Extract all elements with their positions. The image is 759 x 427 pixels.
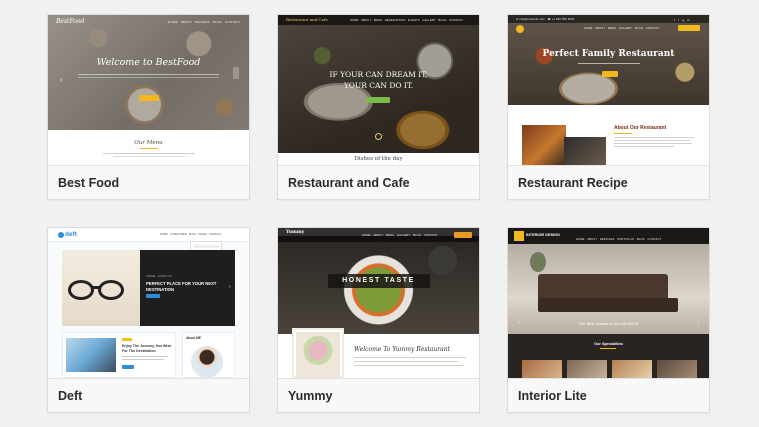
theme-card-footer: Best Food bbox=[48, 165, 249, 199]
preview-tagline: The Best Choice is Our DIVISION bbox=[578, 321, 639, 326]
preview-section-title: About Our Restaurant bbox=[614, 125, 667, 131]
preview-hero-title-line2: DESTINATION bbox=[146, 287, 175, 292]
preview-logo: Restaurant and Cafe bbox=[286, 17, 328, 22]
theme-card-interior-lite[interactable]: INTERIOR DESIGN HOME ABOUT SERVICES PORT… bbox=[507, 227, 710, 413]
preview-widget-title: About ME bbox=[186, 336, 201, 340]
theme-card-footer: Deft bbox=[48, 378, 249, 412]
theme-name: Restaurant and Cafe bbox=[288, 176, 410, 190]
preview-welcome: Welcome To Yummy Restaurant bbox=[354, 346, 451, 353]
preview-logo: INTERIOR DESIGN bbox=[526, 233, 560, 237]
theme-card-footer: Restaurant and Cafe bbox=[278, 165, 479, 199]
theme-card-restaurant-and-cafe[interactable]: Restaurant and Cafe HOME ABOUT MENU RESE… bbox=[277, 14, 480, 200]
preview-logo: BestFood bbox=[56, 18, 85, 25]
theme-card-yummy[interactable]: Yummy HOME ABOUT MENU GALLERY BLOG CONTA… bbox=[277, 227, 480, 413]
preview-logo: Yummy bbox=[286, 230, 305, 235]
theme-card-best-food[interactable]: BestFood HOME ABOUT RECIPES BLOG CONTACT… bbox=[47, 14, 250, 200]
preview-logo: deft bbox=[65, 231, 77, 238]
preview-post-title-line2: For The Destination bbox=[122, 349, 156, 353]
preview-hero-line1: IF YOUR CAN DREAM IT, bbox=[329, 70, 428, 79]
preview-section-title: Our Menu bbox=[134, 140, 163, 146]
preview-section-title: Dishes of the day bbox=[354, 156, 403, 162]
theme-card-footer: Restaurant Recipe bbox=[508, 165, 709, 199]
theme-screenshot: ✉ info@example.com ☎ +1 800 555 0000 f t… bbox=[508, 15, 709, 165]
theme-screenshot: deft HOME CATEGORIES BLOG PAGES CONTACT … bbox=[48, 228, 249, 378]
theme-card-footer: Yummy bbox=[278, 378, 479, 412]
theme-name: Best Food bbox=[58, 176, 120, 190]
preview-hero-title-line1: PERFECT PLACE FOR YOUR NEXT bbox=[146, 281, 217, 286]
preview-section-title: Our Specialities bbox=[594, 342, 623, 346]
preview-post-title-line1: Enjoy The Journey, Not Wish bbox=[122, 344, 172, 348]
theme-name: Restaurant Recipe bbox=[518, 176, 628, 190]
preview-hero-title: Perfect Family Restaurant bbox=[542, 49, 675, 59]
theme-name: Deft bbox=[58, 389, 83, 403]
theme-screenshot: Yummy HOME ABOUT MENU GALLERY BLOG CONTA… bbox=[278, 228, 479, 378]
preview-hero-title: HONEST TASTE bbox=[342, 277, 415, 284]
theme-card-footer: Interior Lite bbox=[508, 378, 709, 412]
theme-screenshot: INTERIOR DESIGN HOME ABOUT SERVICES PORT… bbox=[508, 228, 709, 378]
theme-screenshot: BestFood HOME ABOUT RECIPES BLOG CONTACT… bbox=[48, 15, 249, 165]
preview-hero-title: Welcome to BestFood bbox=[96, 57, 201, 68]
preview-hero-line2: YOUR CAN DO IT. bbox=[343, 81, 414, 90]
theme-card-deft[interactable]: deft HOME CATEGORIES BLOG PAGES CONTACT … bbox=[47, 227, 250, 413]
theme-card-restaurant-recipe[interactable]: ✉ info@example.com ☎ +1 800 555 0000 f t… bbox=[507, 14, 710, 200]
theme-name: Interior Lite bbox=[518, 389, 587, 403]
theme-screenshot: Restaurant and Cafe HOME ABOUT MENU RESE… bbox=[278, 15, 479, 165]
theme-name: Yummy bbox=[288, 389, 333, 403]
